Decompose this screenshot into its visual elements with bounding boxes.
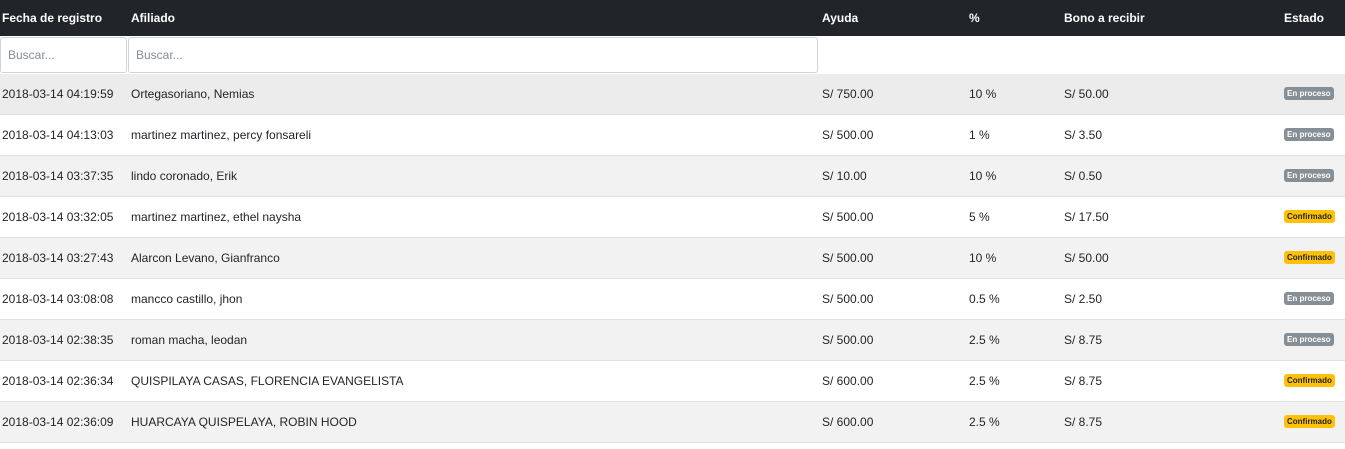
- cell-percent: 2.5 %: [969, 415, 1000, 429]
- status-badge: En proceso: [1284, 87, 1334, 101]
- table-row[interactable]: 2018-03-14 02:36:09 HUARCAYA QUISPELAYA, …: [0, 402, 1345, 443]
- status-badge: En proceso: [1284, 169, 1334, 183]
- cell-bono: S/ 50.00: [1064, 251, 1109, 265]
- cell-estado: En proceso: [1284, 156, 1334, 196]
- status-badge: En proceso: [1284, 128, 1334, 142]
- status-badge: En proceso: [1284, 333, 1334, 347]
- cell-percent: 2.5 %: [969, 333, 1000, 347]
- cell-estado: En proceso: [1284, 320, 1334, 360]
- header-bono[interactable]: Bono a recibir: [1064, 0, 1145, 36]
- cell-fecha: 2018-03-14 04:13:03: [2, 128, 114, 142]
- status-badge: Confirmado: [1284, 415, 1335, 429]
- header-afiliado[interactable]: Afiliado: [131, 0, 175, 36]
- cell-bono: S/ 8.75: [1064, 333, 1103, 347]
- cell-fecha: 2018-03-14 02:36:34: [2, 374, 114, 388]
- table-row[interactable]: 2018-03-14 03:32:05 martinez martinez, et…: [0, 197, 1345, 238]
- cell-bono: S/ 2.50: [1064, 292, 1103, 306]
- cell-estado: Confirmado: [1284, 402, 1335, 442]
- cell-afiliado: martinez martinez, percy fonsareli: [131, 128, 312, 142]
- cell-bono: S/ 17.50: [1064, 210, 1109, 224]
- table-row[interactable]: 2018-03-14 04:19:59 Ortegasoriano, Nemias…: [0, 74, 1345, 115]
- cell-estado: En proceso: [1284, 279, 1334, 319]
- status-badge: Confirmado: [1284, 251, 1335, 265]
- status-badge: Confirmado: [1284, 374, 1335, 388]
- table-row[interactable]: 2018-03-14 03:08:08 mancco castillo, jhon…: [0, 279, 1345, 320]
- cell-afiliado: martinez martinez, ethel naysha: [131, 210, 302, 224]
- cell-bono: S/ 50.00: [1064, 87, 1109, 101]
- cell-ayuda: S/ 600.00: [822, 374, 874, 388]
- cell-ayuda: S/ 500.00: [822, 128, 874, 142]
- header-estado[interactable]: Estado: [1284, 0, 1324, 36]
- cell-ayuda: S/ 750.00: [822, 87, 874, 101]
- status-badge: Confirmado: [1284, 210, 1335, 224]
- header-percent[interactable]: %: [969, 0, 980, 36]
- cell-estado: En proceso: [1284, 74, 1334, 114]
- cell-percent: 10 %: [969, 169, 997, 183]
- cell-bono: S/ 8.75: [1064, 415, 1103, 429]
- table-row[interactable]: 2018-03-14 02:36:34 QUISPILAYA CASAS, FLO…: [0, 361, 1345, 402]
- cell-estado: Confirmado: [1284, 238, 1335, 278]
- cell-afiliado: Alarcon Levano, Gianfranco: [131, 251, 280, 265]
- cell-fecha: 2018-03-14 03:08:08: [2, 292, 114, 306]
- cell-afiliado: mancco castillo, jhon: [131, 292, 243, 306]
- table-body: 2018-03-14 04:19:59 Ortegasoriano, Nemias…: [0, 74, 1345, 443]
- cell-estado: Confirmado: [1284, 361, 1335, 401]
- cell-afiliado: lindo coronado, Erik: [131, 169, 238, 183]
- cell-percent: 5 %: [969, 210, 990, 224]
- cell-percent: 0.5 %: [969, 292, 1000, 306]
- table-row[interactable]: 2018-03-14 02:38:35 roman macha, leodan S/…: [0, 320, 1345, 361]
- cell-bono: S/ 8.75: [1064, 374, 1103, 388]
- cell-ayuda: S/ 600.00: [822, 415, 874, 429]
- cell-ayuda: S/ 10.00: [822, 169, 867, 183]
- cell-estado: En proceso: [1284, 115, 1334, 155]
- cell-estado: Confirmado: [1284, 197, 1335, 237]
- header-ayuda[interactable]: Ayuda: [822, 0, 858, 36]
- cell-ayuda: S/ 500.00: [822, 210, 874, 224]
- cell-percent: 10 %: [969, 87, 997, 101]
- filter-row: [0, 36, 1345, 74]
- cell-bono: S/ 0.50: [1064, 169, 1103, 183]
- header-fecha[interactable]: Fecha de registro: [2, 0, 102, 36]
- cell-fecha: 2018-03-14 03:27:43: [2, 251, 114, 265]
- table-header: Fecha de registro Afiliado Ayuda % Bono …: [0, 0, 1345, 36]
- table-row[interactable]: 2018-03-14 03:37:35 lindo coronado, Erik S…: [0, 156, 1345, 197]
- cell-fecha: 2018-03-14 03:37:35: [2, 169, 114, 183]
- cell-afiliado: QUISPILAYA CASAS, FLORENCIA EVANGELISTA: [131, 374, 404, 388]
- cell-percent: 1 %: [969, 128, 990, 142]
- cell-ayuda: S/ 500.00: [822, 292, 874, 306]
- table-row[interactable]: 2018-03-14 04:13:03 martinez martinez, pe…: [0, 115, 1345, 156]
- status-badge: En proceso: [1284, 292, 1334, 306]
- cell-fecha: 2018-03-14 04:19:59: [2, 87, 114, 101]
- cell-fecha: 2018-03-14 02:38:35: [2, 333, 114, 347]
- cell-ayuda: S/ 500.00: [822, 251, 874, 265]
- cell-bono: S/ 3.50: [1064, 128, 1103, 142]
- cell-fecha: 2018-03-14 02:36:09: [2, 415, 114, 429]
- cell-afiliado: HUARCAYA QUISPELAYA, ROBIN HOOD: [131, 415, 357, 429]
- cell-ayuda: S/ 500.00: [822, 333, 874, 347]
- cell-afiliado: Ortegasoriano, Nemias: [131, 87, 255, 101]
- cell-fecha: 2018-03-14 03:32:05: [2, 210, 114, 224]
- fecha-search-input[interactable]: [0, 37, 127, 73]
- afiliado-search-input[interactable]: [128, 37, 818, 73]
- affiliates-table: Fecha de registro Afiliado Ayuda % Bono …: [0, 0, 1345, 443]
- cell-percent: 10 %: [969, 251, 997, 265]
- table-row[interactable]: 2018-03-14 03:27:43 Alarcon Levano, Gianf…: [0, 238, 1345, 279]
- cell-afiliado: roman macha, leodan: [131, 333, 248, 347]
- cell-percent: 2.5 %: [969, 374, 1000, 388]
